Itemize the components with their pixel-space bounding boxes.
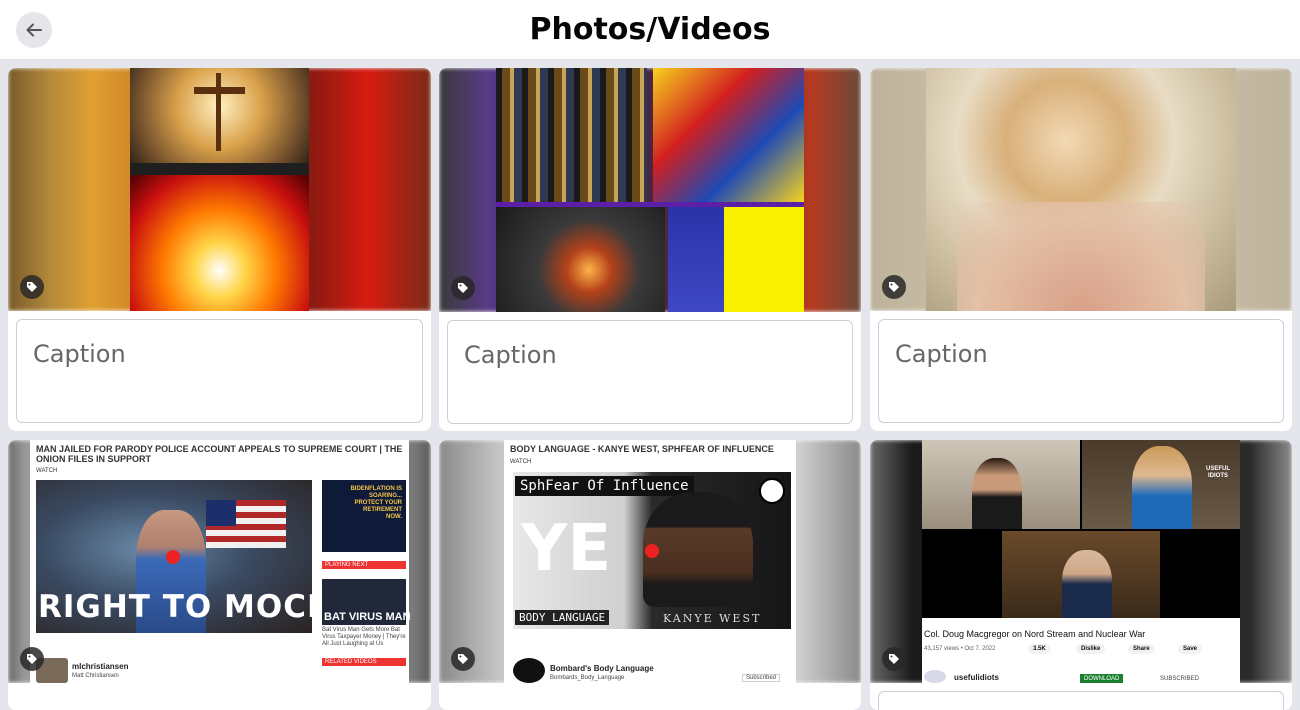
caption-box xyxy=(447,320,853,424)
side-video-title: BAT VIRUS MAN xyxy=(324,611,411,623)
media-card xyxy=(8,68,431,431)
caption-box xyxy=(878,319,1284,423)
related-videos-label: RELATED VIDEOS xyxy=(322,658,406,666)
side-ad[interactable]: BIDENFLATION IS SOARING... PROTECT YOUR … xyxy=(322,480,406,552)
tag-icon xyxy=(889,282,899,292)
tag-icon xyxy=(27,282,37,292)
avatar[interactable] xyxy=(924,670,946,683)
caption-input[interactable] xyxy=(33,340,393,368)
play-icon[interactable] xyxy=(645,544,659,558)
video-title: Col. Doug Macgregor on Nord Stream and N… xyxy=(924,629,1146,639)
media-card: MAN JAILED FOR PARODY POLICE ACCOUNT APP… xyxy=(8,440,431,710)
media-card xyxy=(870,68,1292,431)
tag-icon xyxy=(27,654,37,664)
photo[interactable] xyxy=(8,68,431,311)
video-overlay-bottom-right: KANYE WEST xyxy=(663,612,762,625)
download-button[interactable]: DOWNLOAD xyxy=(1080,674,1124,683)
play-icon[interactable] xyxy=(166,550,180,564)
video-overlay-bottom-left: BODY LANGUAGE xyxy=(515,610,610,625)
header: Photos/Videos xyxy=(0,0,1300,60)
subscribed-button[interactable]: SUBSCRIBED xyxy=(1160,676,1199,682)
dislike-button[interactable]: Dislike xyxy=(1076,644,1106,654)
tag-button[interactable] xyxy=(882,275,906,299)
tag-button[interactable] xyxy=(451,647,475,671)
photo[interactable] xyxy=(439,68,861,312)
page-title: Photos/Videos xyxy=(529,12,771,47)
photo[interactable] xyxy=(870,68,1292,311)
side-ad-text: BIDENFLATION IS SOARING... PROTECT YOUR … xyxy=(350,486,402,520)
video-title: MAN JAILED FOR PARODY POLICE ACCOUNT APP… xyxy=(36,444,403,464)
tag-icon xyxy=(458,283,468,293)
channel-name[interactable]: mlchristiansen xyxy=(72,662,128,671)
video-overlay-text: RIGHT TO MOCKERY xyxy=(38,589,312,625)
media-card: USEFUL IDIOTS Col. Doug Macgregor on Nor… xyxy=(870,440,1292,710)
video-screenshot[interactable]: USEFUL IDIOTS Col. Doug Macgregor on Nor… xyxy=(870,440,1292,683)
media-card xyxy=(439,68,861,431)
video-views: 43,157 views • Oct 7, 2022 xyxy=(924,646,996,652)
caption-box xyxy=(16,319,423,423)
subscribed-button[interactable]: Subscribed xyxy=(742,674,781,682)
channel-logo-icon xyxy=(759,478,785,504)
caption-input[interactable] xyxy=(895,340,1255,368)
watch-tab[interactable]: WATCH xyxy=(36,468,57,474)
side-video[interactable]: BAT VIRUS MAN xyxy=(322,579,411,625)
tag-button[interactable] xyxy=(451,276,475,300)
caption-box xyxy=(878,691,1284,710)
tag-button[interactable] xyxy=(20,647,44,671)
video-frame[interactable]: SphFear Of Influence YE BODY LANGUAGE KA… xyxy=(513,472,791,629)
video-frame[interactable]: USEFUL IDIOTS xyxy=(922,440,1240,618)
video-overlay-top: SphFear Of Influence xyxy=(515,476,694,496)
channel-name[interactable]: Bombard's Body Language xyxy=(550,664,654,673)
video-overlay-text: YE xyxy=(521,512,612,586)
media-card: BODY LANGUAGE - KANYE WEST, SPHFEAR OF I… xyxy=(439,440,861,710)
like-button[interactable]: 3.5K xyxy=(1028,644,1051,654)
video-frame[interactable]: RIGHT TO MOCKERY xyxy=(36,480,312,633)
watch-tab[interactable]: WATCH xyxy=(510,459,531,465)
channel-name[interactable]: usefulidiots xyxy=(954,673,999,682)
avatar[interactable] xyxy=(513,658,545,683)
tag-icon xyxy=(889,654,899,664)
save-button[interactable]: Save xyxy=(1178,644,1203,654)
channel-badge: USEFUL IDIOTS xyxy=(1206,466,1230,479)
video-screenshot[interactable]: MAN JAILED FOR PARODY POLICE ACCOUNT APP… xyxy=(8,440,431,683)
channel-sub: Bombards_Body_Language xyxy=(550,675,625,681)
tag-button[interactable] xyxy=(20,275,44,299)
tag-icon xyxy=(458,654,468,664)
caption-input[interactable] xyxy=(464,341,824,369)
playing-next-label: PLAYING NEXT xyxy=(322,561,406,569)
video-title: BODY LANGUAGE - KANYE WEST, SPHFEAR OF I… xyxy=(510,444,774,454)
side-video-caption: Bat Virus Man Gets More Bat Virus Taxpay… xyxy=(322,627,406,647)
share-button[interactable]: Share xyxy=(1128,644,1155,654)
tag-button[interactable] xyxy=(882,647,906,671)
video-screenshot[interactable]: BODY LANGUAGE - KANYE WEST, SPHFEAR OF I… xyxy=(439,440,861,683)
channel-sub: Matt Christiansen xyxy=(72,673,119,679)
